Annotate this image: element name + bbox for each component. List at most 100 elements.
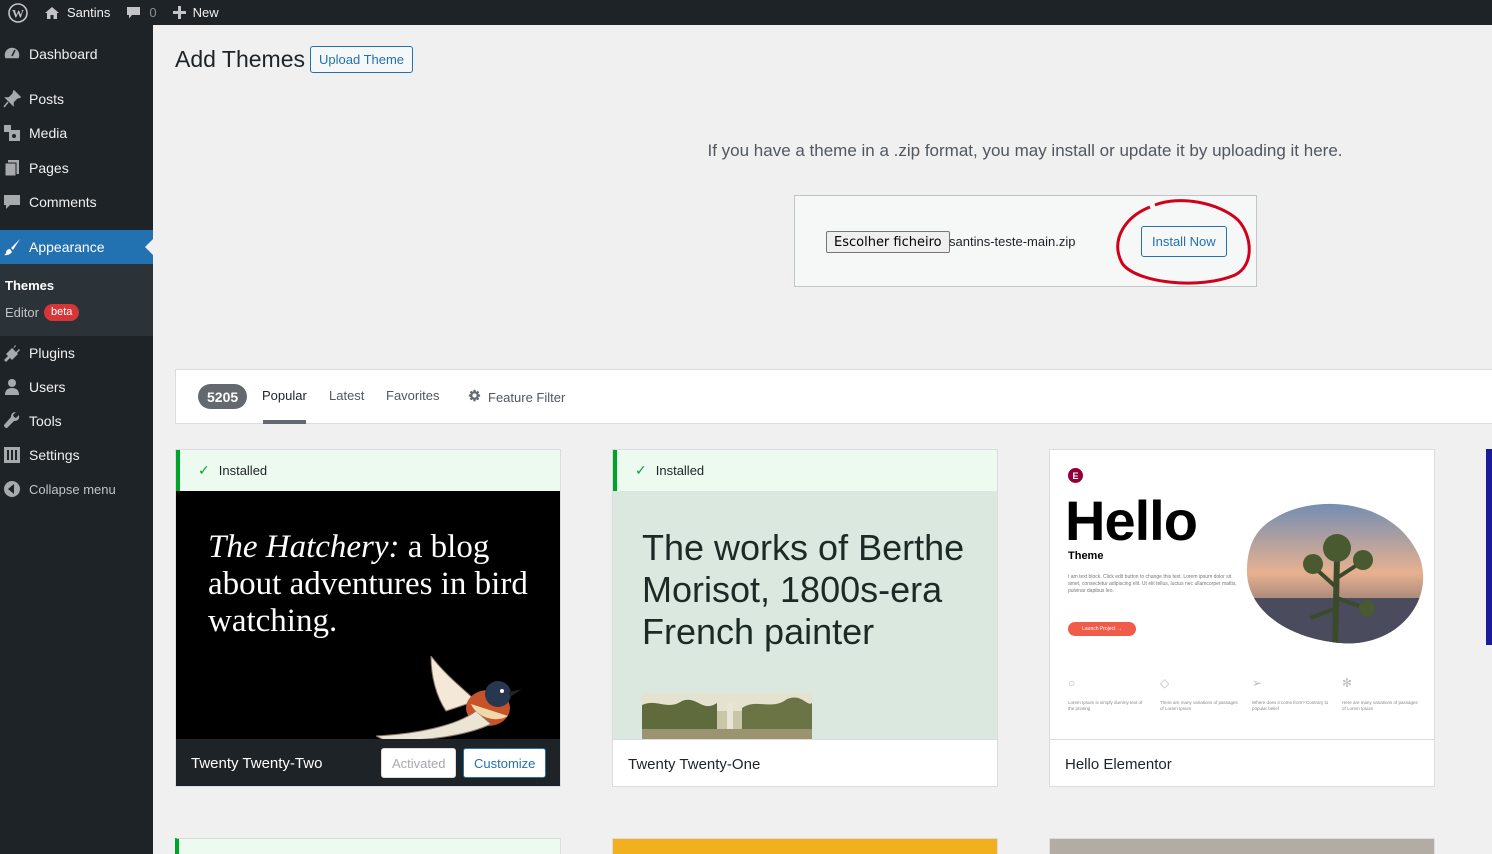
preview-subtitle: Theme [1068, 550, 1104, 562]
cactus-photo [1246, 503, 1424, 644]
sidebar-item-label: Comments [29, 194, 97, 210]
upload-help-text: If you have a theme in a .zip format, yo… [707, 141, 1343, 160]
collapse-icon [2, 479, 22, 499]
upload-theme-button[interactable]: Upload Theme [310, 46, 414, 73]
submenu-item-themes[interactable]: Themes [5, 278, 54, 293]
submenu-editor-label: Editor [5, 305, 39, 320]
comments-count: 0 [149, 5, 157, 20]
sidebar-item-label: Users [29, 379, 66, 395]
site-name: Santins [67, 5, 111, 20]
checkmark-icon: ✓ [198, 462, 210, 478]
tab-popular[interactable]: Popular [262, 388, 307, 403]
installed-notice: ✓ Installed [613, 450, 997, 491]
snowflake-icon: ✻ [1342, 676, 1353, 690]
appearance-submenu: Themes Editor beta [0, 264, 153, 336]
sidebar-item-label: Tools [29, 413, 62, 429]
preview-headline: The works of Berthe Morisot, 1800s-era F… [642, 527, 965, 652]
sidebar-item-label: Posts [29, 91, 65, 107]
theme-card-hello-elementor[interactable]: E Hello Theme I am text block. Click edi… [1049, 449, 1435, 787]
sidebar-item-dashboard[interactable]: Dashboard [0, 37, 153, 71]
brush-icon [2, 237, 22, 257]
wrench-icon [2, 411, 22, 431]
sidebar-item-settings[interactable]: Settings [0, 438, 153, 472]
installed-label: Installed [218, 463, 268, 478]
lightbulb-icon: ○ [1068, 676, 1076, 690]
feature-filter-label: Feature Filter [488, 389, 566, 405]
collapse-menu-button[interactable]: Collapse menu [0, 472, 153, 506]
theme-name: Twenty Twenty-Two [191, 755, 323, 772]
page-title: Add Themes [175, 46, 305, 72]
preview-feature-text: Here are many variations of passages of … [1342, 700, 1418, 711]
sidebar-item-comments[interactable]: Comments [0, 185, 153, 219]
submenu-item-editor[interactable]: Editor beta [5, 304, 80, 321]
upload-form: Escolher ficheiro santins-teste-main.zip… [794, 195, 1257, 287]
sidebar-item-appearance[interactable]: Appearance [0, 230, 153, 264]
wordpress-icon: W [8, 2, 28, 23]
installed-label: Installed [655, 463, 705, 478]
choose-file-button[interactable]: Escolher ficheiro [826, 231, 950, 253]
theme-card-twenty-twenty-two[interactable]: ✓ Installed The Hatchery: a blog about a… [175, 449, 561, 787]
installed-notice: ✓ Installed [176, 450, 560, 491]
preview-headline-italic: The Hatchery: [208, 529, 400, 565]
comments-link[interactable]: 0 [118, 0, 164, 25]
sidebar-item-label: Dashboard [29, 46, 98, 62]
gear-icon [467, 388, 488, 406]
preview-feature-text: Lorem Ipsum is simply dummy text of the … [1068, 700, 1143, 711]
sidebar-item-label: Pages [29, 160, 69, 176]
plus-icon [172, 6, 186, 19]
sidebar-item-label: Media [29, 125, 68, 141]
svg-text:W: W [12, 6, 24, 20]
submenu-themes-label: Themes [5, 278, 55, 293]
preview-headline: The Hatchery: a blog about adventures in… [208, 529, 538, 640]
settings-icon [2, 445, 22, 465]
elementor-logo-icon: E [1068, 468, 1083, 483]
theme-card-twenty-twenty-one[interactable]: ✓ Installed The works of Berthe Morisot,… [612, 449, 998, 787]
wordpress-logo-button[interactable]: W [0, 0, 36, 25]
media-icon [2, 123, 22, 143]
sidebar-item-label: Plugins [29, 345, 75, 361]
home-icon [44, 6, 60, 20]
admin-sidebar: Dashboard Posts Media Pages Comments App… [0, 25, 153, 854]
paper-plane-icon: ➢ [1252, 676, 1263, 690]
sidebar-item-label: Appearance [29, 239, 105, 255]
theme-card-footer: Twenty Twenty-One [613, 739, 997, 786]
install-now-button[interactable]: Install Now [1141, 226, 1227, 257]
sidebar-item-media[interactable]: Media [0, 116, 153, 150]
theme-card-footer: Hello Elementor [1050, 739, 1434, 786]
pages-icon [2, 158, 22, 178]
diamond-icon: ◇ [1160, 676, 1170, 690]
checkmark-icon: ✓ [635, 462, 647, 478]
preview-feature-text: Where does it come from? Contrary to pop… [1252, 700, 1329, 711]
theme-screenshot: The works of Berthe Morisot, 1800s-era F… [613, 491, 997, 739]
site-name-link[interactable]: Santins [36, 0, 118, 25]
preview-paragraph: I am text block. Click edit button to ch… [1068, 574, 1237, 594]
theme-card-footer: Twenty Twenty-Two Activated Customize [176, 739, 560, 786]
preview-title: Hello [1065, 489, 1198, 552]
sidebar-item-pages[interactable]: Pages [0, 151, 153, 185]
tab-latest[interactable]: Latest [329, 388, 364, 403]
sidebar-item-tools[interactable]: Tools [0, 404, 153, 438]
new-content-link[interactable]: New [165, 0, 227, 25]
plug-icon [2, 343, 22, 363]
user-icon [2, 377, 22, 397]
sidebar-item-label: Collapse menu [29, 481, 116, 497]
customize-button[interactable]: Customize [463, 748, 547, 778]
theme-name: Hello Elementor [1065, 755, 1172, 773]
theme-card-partial[interactable] [175, 838, 561, 854]
pin-icon [2, 89, 22, 109]
feature-filter-button[interactable]: Feature Filter [467, 388, 565, 406]
theme-name: Twenty Twenty-One [628, 755, 761, 773]
dashboard-icon [2, 44, 22, 64]
sidebar-item-users[interactable]: Users [0, 370, 153, 404]
admin-bar: W Santins 0 New [0, 0, 1492, 25]
selected-file-name: santins-teste-main.zip [949, 234, 1076, 249]
theme-card-partial[interactable] [1049, 838, 1435, 854]
sidebar-item-plugins[interactable]: Plugins [0, 336, 153, 370]
sidebar-item-posts[interactable]: Posts [0, 82, 153, 116]
tab-favorites[interactable]: Favorites [386, 388, 439, 403]
theme-count-badge: 5205 [198, 384, 248, 409]
comment-icon [2, 192, 22, 212]
preview-feature-text: There are many variations of passages of… [1160, 700, 1238, 711]
comment-bubble-icon [126, 6, 141, 20]
theme-card-partial[interactable] [612, 838, 998, 854]
